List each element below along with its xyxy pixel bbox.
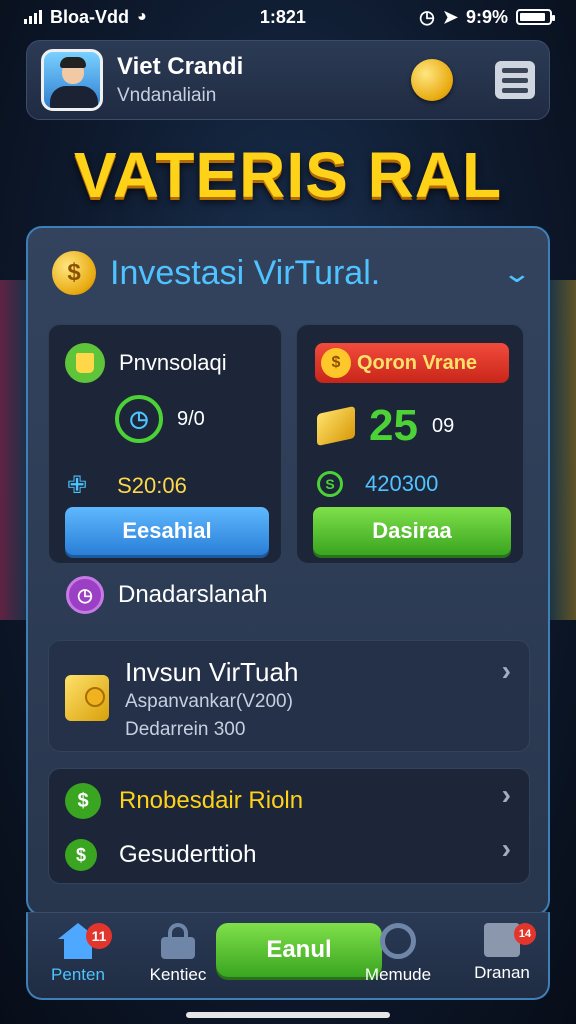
right-decor-streak bbox=[546, 280, 576, 620]
nav-item-inbox[interactable]: 14 Dranan bbox=[452, 923, 552, 983]
avatar-suit bbox=[50, 86, 98, 108]
wallet-icon bbox=[65, 675, 109, 721]
lock-icon bbox=[161, 923, 195, 959]
bottom-nav: 11 Penten Kentiec Eanul Memude 14 Dranan bbox=[26, 912, 550, 1000]
battery-fill bbox=[520, 13, 546, 21]
history-row[interactable]: ◷ Dnadarslanah bbox=[66, 576, 267, 614]
history-label: Dnadarslanah bbox=[118, 581, 268, 608]
bucket-shape bbox=[76, 353, 94, 373]
list-item-line2: Dedarrein 300 bbox=[125, 719, 246, 740]
lock-body bbox=[161, 937, 195, 959]
chevron-down-icon[interactable]: ⌄ bbox=[502, 258, 533, 289]
menu-line bbox=[502, 67, 528, 73]
dollar-sign-icon: $ bbox=[65, 839, 97, 871]
list-item-line1: Aspanvankar(V200) bbox=[125, 691, 293, 712]
nav-label-inbox: Dranan bbox=[474, 963, 530, 982]
battery-icon bbox=[516, 9, 555, 25]
home-indicator[interactable] bbox=[186, 1012, 390, 1018]
battery-percent: 9:9% bbox=[465, 6, 508, 27]
coin-balance-icon[interactable] bbox=[411, 59, 453, 101]
right-card-badge[interactable]: $ Qoron Vrane bbox=[315, 343, 509, 383]
bucket-icon bbox=[65, 343, 105, 383]
investment-panel: $ Investasi VirTural. ⌄ Pnvnsolaqi ◷ 9/0… bbox=[26, 226, 550, 916]
money-circle-icon: S bbox=[317, 471, 343, 497]
left-card-header: Pnvnsolaqi bbox=[65, 343, 227, 383]
panel-title: Investasi VirTural. bbox=[110, 253, 381, 292]
left-card-price: S20:06 bbox=[117, 472, 187, 498]
status-time: 1:821 bbox=[259, 6, 306, 27]
alarm-icon: ◷ bbox=[419, 6, 435, 27]
profile-name: Viet Crandi bbox=[117, 53, 244, 80]
price-row: ✙ S20:06 bbox=[67, 471, 187, 500]
timer-row: ◷ 9/0 bbox=[115, 395, 205, 443]
location-icon: ➤ bbox=[442, 6, 458, 27]
signal-icon bbox=[24, 10, 42, 24]
profile-text: Viet Crandi Vndanaliain bbox=[117, 53, 411, 107]
big-number: 25 bbox=[369, 401, 418, 450]
dollar-arrow-icon: $ bbox=[65, 783, 101, 819]
avatar-hair bbox=[60, 57, 86, 68]
chevron-right-icon: › bbox=[501, 655, 511, 686]
gold-box-icon bbox=[317, 405, 355, 447]
option-1-label: Rnobesdair Rioln bbox=[119, 787, 304, 814]
nav-label-settings: Memude bbox=[364, 965, 432, 984]
status-right: ◷ ➤ 9:9% bbox=[419, 6, 555, 28]
chart-scissors-icon: ✙ bbox=[67, 472, 88, 499]
chevron-right-icon: › bbox=[501, 833, 511, 864]
panel-header[interactable]: $ Investasi VirTural. ⌄ bbox=[52, 248, 532, 298]
carrier-label: Bloa-Vdd bbox=[50, 6, 129, 27]
menu-line bbox=[502, 87, 528, 93]
coin-badge-icon: $ bbox=[321, 348, 351, 378]
nav-item-settings[interactable]: Memude bbox=[348, 923, 448, 985]
left-card-title: Pnvnsolaqi bbox=[119, 350, 227, 375]
clock-icon: ◷ bbox=[115, 395, 163, 443]
virtual-investment-item[interactable]: Invsun VirTuah Aspanvankar(V200) Dedarre… bbox=[48, 640, 530, 752]
nav-label-home: Penten bbox=[51, 965, 105, 984]
app-title: VATERIS RAL bbox=[73, 139, 503, 211]
refresh-icon bbox=[380, 923, 416, 959]
right-card-badge-label: Qoron Vrane bbox=[357, 351, 478, 374]
list-item-title: Invsun VirTuah bbox=[125, 657, 299, 687]
option-row-2[interactable]: $ Gesuderttioh bbox=[65, 835, 513, 875]
timer-value: 9/0 bbox=[177, 407, 205, 430]
notification-badge: 11 bbox=[86, 923, 112, 949]
invest-button-right[interactable]: Dasiraa bbox=[313, 507, 511, 555]
profile-subtitle: Vndanaliain bbox=[117, 85, 217, 106]
menu-button[interactable] bbox=[495, 61, 535, 99]
nav-item-lock[interactable]: Kentiec bbox=[128, 923, 228, 985]
options-card: $ Rnobesdair Rioln › $ Gesuderttioh › bbox=[48, 768, 530, 884]
status-bar: Bloa-Vdd ◕ 1:821 ◷ ➤ 9:9% bbox=[0, 0, 576, 34]
dollar-coin-icon: $ bbox=[52, 251, 96, 295]
option-row-1[interactable]: $ Rnobesdair Rioln bbox=[65, 781, 513, 821]
chevron-right-icon: › bbox=[501, 779, 511, 810]
status-left: Bloa-Vdd ◕ bbox=[24, 7, 147, 28]
wallet-coin bbox=[85, 687, 105, 707]
history-clock-icon: ◷ bbox=[66, 576, 104, 614]
invest-button-left[interactable]: Eesahial bbox=[65, 507, 269, 555]
wifi-icon: ◕ bbox=[137, 8, 147, 25]
nav-item-home[interactable]: 11 Penten bbox=[28, 923, 128, 985]
value-row: S 420300 bbox=[317, 471, 438, 497]
profile-card[interactable]: Viet Crandi Vndanaliain bbox=[26, 40, 550, 120]
left-investment-card: Pnvnsolaqi ◷ 9/0 ✙ S20:06 Eesahial bbox=[48, 324, 282, 564]
menu-line bbox=[502, 77, 528, 83]
right-investment-card: $ Qoron Vrane 25 09 S 420300 Dasiraa bbox=[296, 324, 524, 564]
right-card-value: 420300 bbox=[365, 471, 439, 496]
option-2-label: Gesuderttioh bbox=[119, 841, 257, 868]
small-number: 09 bbox=[431, 414, 455, 437]
nav-label-lock: Kentiec bbox=[149, 965, 207, 984]
avatar[interactable] bbox=[41, 49, 103, 111]
stats-row: 25 09 bbox=[317, 401, 454, 451]
notification-badge: 14 bbox=[514, 923, 536, 945]
